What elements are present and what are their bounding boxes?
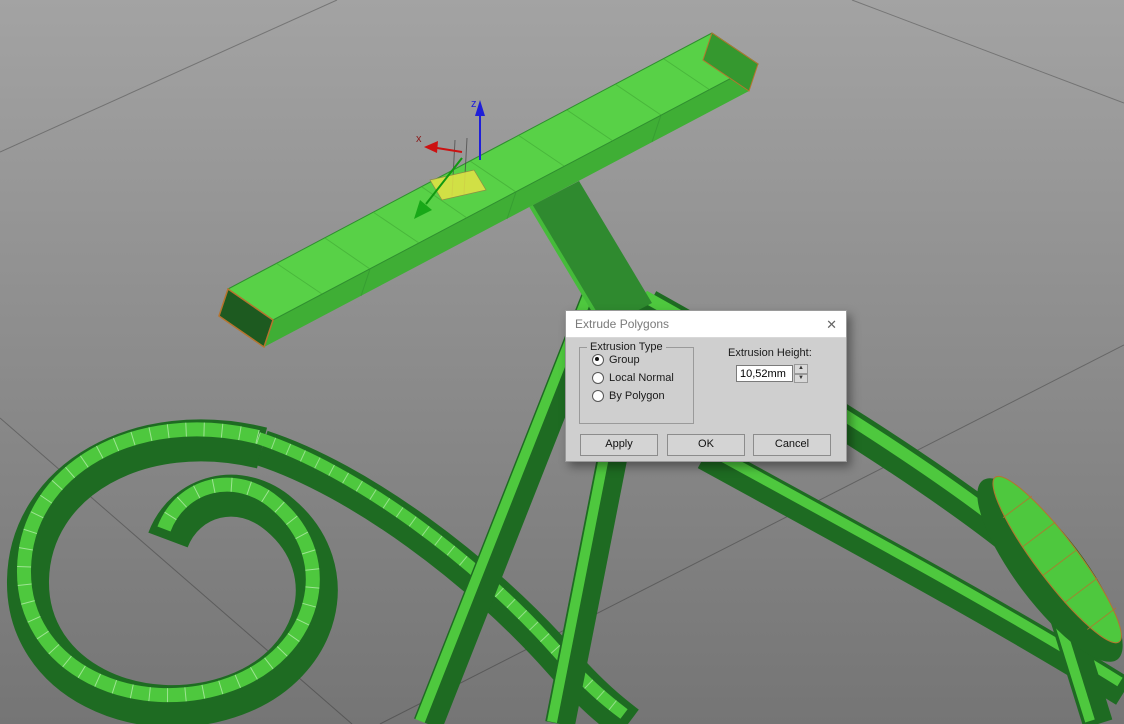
- extrusion-height-input[interactable]: [736, 365, 793, 382]
- cancel-button[interactable]: Cancel: [753, 434, 831, 456]
- spinner-down-icon[interactable]: ▼: [794, 373, 808, 383]
- radio-local-normal-label: Local Normal: [609, 372, 674, 384]
- radio-group[interactable]: Group: [592, 354, 693, 366]
- viewport-scene[interactable]: z x: [0, 0, 1124, 724]
- extrusion-height-label: Extrusion Height:: [728, 347, 812, 359]
- z-axis-label: z: [471, 98, 477, 110]
- radio-group-icon[interactable]: [592, 354, 604, 366]
- radio-local-normal[interactable]: Local Normal: [592, 372, 693, 384]
- extrusion-type-groupbox: Extrusion Type Group Local Normal By Pol…: [579, 341, 694, 424]
- close-icon[interactable]: ✕: [826, 318, 837, 331]
- x-axis-label: x: [416, 133, 422, 145]
- height-spinner: ▲ ▼: [794, 364, 808, 383]
- dialog-title: Extrude Polygons: [575, 317, 670, 331]
- apply-button[interactable]: Apply: [580, 434, 658, 456]
- extrude-polygons-dialog: Extrude Polygons ✕ Extrusion Type Group …: [565, 310, 847, 462]
- radio-by-polygon-icon[interactable]: [592, 390, 604, 402]
- 3dsmax-viewport: z x Extrude Polygons ✕ Extrusion Type Gr…: [0, 0, 1124, 724]
- radio-group-label: Group: [609, 354, 640, 366]
- radio-by-polygon-label: By Polygon: [609, 390, 665, 402]
- ok-button[interactable]: OK: [667, 434, 745, 456]
- radio-by-polygon[interactable]: By Polygon: [592, 390, 693, 402]
- radio-local-normal-icon[interactable]: [592, 372, 604, 384]
- dialog-titlebar[interactable]: Extrude Polygons ✕: [566, 311, 846, 338]
- spinner-up-icon[interactable]: ▲: [794, 364, 808, 374]
- extrusion-type-legend: Extrusion Type: [587, 341, 666, 353]
